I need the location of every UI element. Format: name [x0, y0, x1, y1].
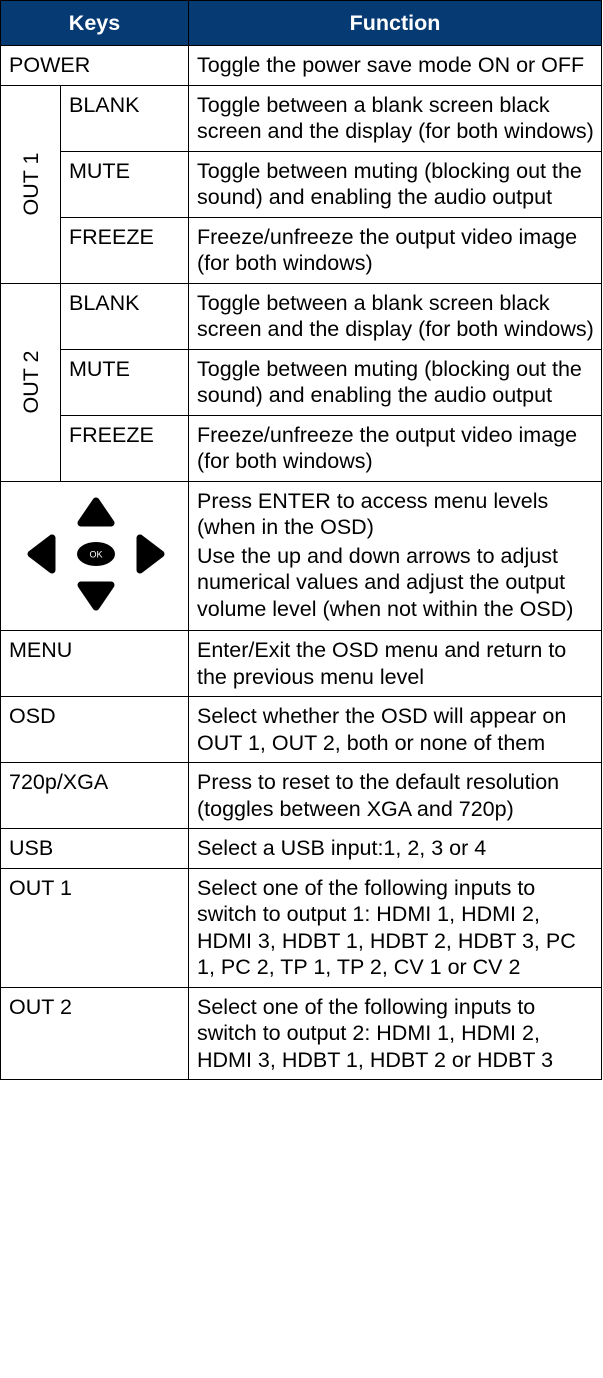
key-720p-xga: 720p/XGA [0, 762, 189, 829]
function-menu: Enter/Exit the OSD menu and return to th… [188, 630, 602, 697]
table-row: OUT 1 Select one of the following inputs… [0, 867, 602, 988]
key-out1-mute: MUTE [60, 150, 189, 218]
table-row: FREEZE Freeze/unfreeze the output video … [1, 216, 602, 284]
nav-keys-cell: OK [0, 480, 189, 631]
key-usb: USB [0, 828, 189, 869]
table-row: FREEZE Freeze/unfreeze the output video … [1, 414, 602, 482]
keys-header: Keys [0, 0, 189, 46]
key-menu: MENU [0, 630, 189, 697]
function-nav-keys: Press ENTER to access menu levels (when … [188, 480, 602, 631]
table-row: OUT 1 BLANK Toggle between a blank scree… [0, 84, 602, 284]
key-osd: OSD [0, 696, 189, 763]
function-out2-mute: Toggle between muting (blocking out the … [188, 348, 602, 416]
table-row: OSD Select whether the OSD will appear o… [0, 696, 602, 763]
group-out1: OUT 1 [0, 84, 61, 284]
function-out2-freeze: Freeze/unfreeze the output video image (… [188, 414, 602, 482]
group-label-out2: OUT 2 [18, 350, 43, 414]
table-row: MUTE Toggle between muting (blocking out… [1, 150, 602, 218]
right-arrow-icon [136, 534, 164, 573]
key-out1: OUT 1 [0, 867, 189, 988]
table-row: POWER Toggle the power save mode ON or O… [0, 45, 602, 86]
key-out2-freeze: FREEZE [60, 414, 189, 482]
group-label-out1: OUT 1 [18, 152, 43, 216]
table-row: 720p/XGA Press to reset to the default r… [0, 762, 602, 829]
nav-keys-icon: OK [27, 497, 164, 610]
function-power: Toggle the power save mode ON or OFF [188, 45, 602, 86]
ok-label: OK [89, 549, 102, 559]
function-out1-mute: Toggle between muting (blocking out the … [188, 150, 602, 218]
down-arrow-icon [77, 581, 114, 610]
key-out1-blank: BLANK [60, 84, 189, 152]
function-720p-xga: Press to reset to the default resolution… [188, 762, 602, 829]
key-out2: OUT 2 [0, 986, 189, 1080]
nav-function-enter: Press ENTER to access menu levels (when … [197, 488, 549, 540]
group-out2: OUT 2 [0, 282, 61, 482]
function-usb: Select a USB input:1, 2, 3 or 4 [188, 828, 602, 869]
key-power: POWER [0, 45, 189, 86]
function-out2-blank: Toggle between a blank screen black scre… [188, 282, 602, 350]
table-row: USB Select a USB input:1, 2, 3 or 4 [0, 828, 602, 869]
table-row: OUT 2 BLANK Toggle between a blank scree… [0, 282, 602, 482]
function-out2: Select one of the following inputs to sw… [188, 986, 602, 1080]
table-row: OK Press ENTER to access menu levels (wh… [0, 480, 602, 631]
table-row: MENU Enter/Exit the OSD menu and return … [0, 630, 602, 697]
function-out1-freeze: Freeze/unfreeze the output video image (… [188, 216, 602, 284]
header-row: Keys Function [0, 0, 602, 46]
key-out2-mute: MUTE [60, 348, 189, 416]
key-out1-freeze: FREEZE [60, 216, 189, 284]
key-out2-blank: BLANK [60, 282, 189, 350]
function-out1: Select one of the following inputs to sw… [188, 867, 602, 988]
function-osd: Select whether the OSD will appear on OU… [188, 696, 602, 763]
function-out1-blank: Toggle between a blank screen black scre… [188, 84, 602, 152]
table-row: MUTE Toggle between muting (blocking out… [1, 348, 602, 416]
function-header: Function [188, 0, 602, 46]
keys-function-table: Keys Function POWER Toggle the power sav… [0, 0, 602, 1080]
ok-button-icon: OK [76, 541, 115, 566]
left-arrow-icon [27, 534, 55, 573]
up-arrow-icon [77, 497, 114, 526]
table-row: OUT 2 Select one of the following inputs… [0, 986, 602, 1080]
nav-function-arrows: Use the up and down arrows to adjust num… [197, 543, 574, 621]
